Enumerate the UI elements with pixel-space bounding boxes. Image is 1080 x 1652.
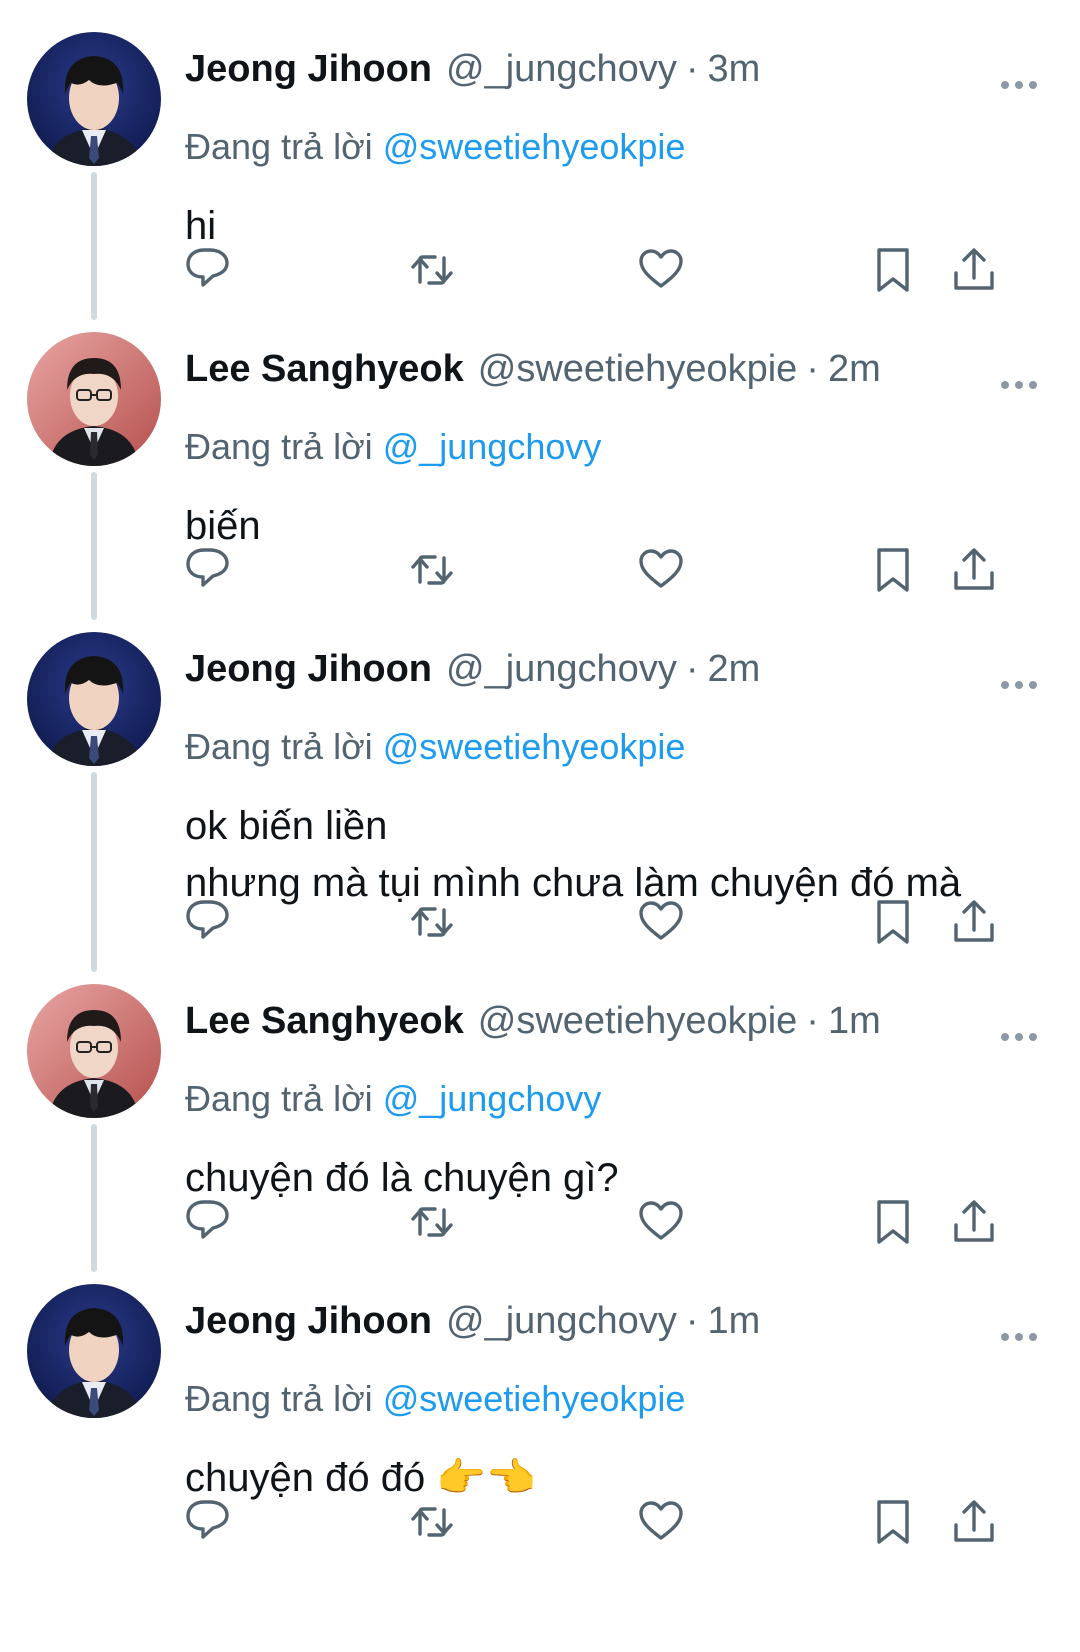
display-name[interactable]: Jeong Jihoon xyxy=(185,48,432,91)
thread-line xyxy=(91,172,97,320)
display-name[interactable]: Jeong Jihoon xyxy=(185,648,432,691)
avatar[interactable] xyxy=(27,632,161,766)
timestamp[interactable]: 1m xyxy=(828,1000,881,1043)
username[interactable]: @sweetiehyeokpie xyxy=(478,348,798,391)
heart-icon[interactable] xyxy=(633,894,689,950)
separator-dot: · xyxy=(806,1000,819,1042)
retweet-icon[interactable] xyxy=(404,894,460,950)
more-options-icon[interactable] xyxy=(1000,1029,1038,1041)
reply-bubble-icon[interactable] xyxy=(180,1194,236,1250)
avatar[interactable] xyxy=(27,332,161,466)
more-options-icon[interactable] xyxy=(1000,77,1038,89)
tweet-text-line: ok biến liền xyxy=(185,804,388,848)
replying-to-label: Đang trả lời xyxy=(185,126,373,167)
separator-dot: · xyxy=(685,1300,699,1342)
timestamp[interactable]: 3m xyxy=(707,48,760,91)
action-bar xyxy=(180,542,1060,598)
mention-link[interactable]: @_jungchovy xyxy=(383,426,602,467)
tweet-header: Jeong Jihoon @_jungchovy · 1m xyxy=(185,1300,760,1360)
username[interactable]: @_jungchovy xyxy=(446,1300,677,1343)
tweet[interactable]: Jeong Jihoon @_jungchovy · 2m Đang trả l… xyxy=(0,630,1080,982)
avatar[interactable] xyxy=(27,984,161,1118)
share-upload-icon[interactable] xyxy=(946,894,1002,950)
retweet-icon[interactable] xyxy=(404,1194,460,1250)
replying-to: Đang trả lời @_jungchovy xyxy=(185,1078,601,1120)
reply-bubble-icon[interactable] xyxy=(180,242,236,298)
display-name[interactable]: Jeong Jihoon xyxy=(185,1300,432,1343)
action-bar xyxy=(180,1494,1060,1550)
replying-to-label: Đang trả lời xyxy=(185,1078,373,1119)
separator-dot: · xyxy=(685,48,699,90)
mention-link[interactable]: @_jungchovy xyxy=(383,1078,602,1119)
username[interactable]: @_jungchovy xyxy=(446,648,677,691)
retweet-icon[interactable] xyxy=(404,1494,460,1550)
tweet[interactable]: Lee Sanghyeok @sweetiehyeokpie · 2m Đang… xyxy=(0,330,1080,630)
replying-to-label: Đang trả lời xyxy=(185,726,373,767)
action-bar xyxy=(180,1194,1060,1250)
thread-line xyxy=(91,1124,97,1272)
reply-bubble-icon[interactable] xyxy=(180,542,236,598)
action-bar xyxy=(180,242,1060,298)
replying-to: Đang trả lời @sweetiehyeokpie xyxy=(185,1378,685,1420)
tweet[interactable]: Jeong Jihoon @_jungchovy · 1m Đang trả l… xyxy=(0,1282,1080,1652)
separator-dot: · xyxy=(806,348,819,390)
tweet-header: Lee Sanghyeok @sweetiehyeokpie · 1m xyxy=(185,1000,881,1060)
heart-icon[interactable] xyxy=(633,1194,689,1250)
replying-to-label: Đang trả lời xyxy=(185,1378,373,1419)
share-upload-icon[interactable] xyxy=(946,1194,1002,1250)
username[interactable]: @sweetiehyeokpie xyxy=(478,1000,798,1043)
timestamp[interactable]: 2m xyxy=(828,348,881,391)
timestamp[interactable]: 1m xyxy=(707,1300,760,1343)
bookmark-icon[interactable] xyxy=(865,1194,921,1250)
heart-icon[interactable] xyxy=(633,1494,689,1550)
share-upload-icon[interactable] xyxy=(946,542,1002,598)
mention-link[interactable]: @sweetiehyeokpie xyxy=(383,726,686,767)
thread-line xyxy=(91,772,97,972)
username[interactable]: @_jungchovy xyxy=(446,48,677,91)
heart-icon[interactable] xyxy=(633,242,689,298)
share-upload-icon[interactable] xyxy=(946,1494,1002,1550)
action-bar xyxy=(180,894,1060,950)
thread-line xyxy=(91,472,97,620)
replying-to: Đang trả lời @_jungchovy xyxy=(185,426,601,468)
share-upload-icon[interactable] xyxy=(946,242,1002,298)
replying-to-label: Đang trả lời xyxy=(185,426,373,467)
avatar[interactable] xyxy=(27,1284,161,1418)
retweet-icon[interactable] xyxy=(404,542,460,598)
more-options-icon[interactable] xyxy=(1000,377,1038,389)
bookmark-icon[interactable] xyxy=(865,1494,921,1550)
bookmark-icon[interactable] xyxy=(865,542,921,598)
avatar[interactable] xyxy=(27,32,161,166)
bookmark-icon[interactable] xyxy=(865,242,921,298)
separator-dot: · xyxy=(685,648,699,690)
display-name[interactable]: Lee Sanghyeok xyxy=(185,1000,464,1043)
replying-to: Đang trả lời @sweetiehyeokpie xyxy=(185,726,685,768)
tweet-header: Lee Sanghyeok @sweetiehyeokpie · 2m xyxy=(185,348,881,408)
display-name[interactable]: Lee Sanghyeok xyxy=(185,348,464,391)
timestamp[interactable]: 2m xyxy=(707,648,760,691)
tweet-header: Jeong Jihoon @_jungchovy · 3m xyxy=(185,48,760,108)
tweet-header: Jeong Jihoon @_jungchovy · 2m xyxy=(185,648,760,708)
reply-bubble-icon[interactable] xyxy=(180,1494,236,1550)
mention-link[interactable]: @sweetiehyeokpie xyxy=(383,126,686,167)
retweet-icon[interactable] xyxy=(404,242,460,298)
heart-icon[interactable] xyxy=(633,542,689,598)
reply-bubble-icon[interactable] xyxy=(180,894,236,950)
tweet[interactable]: Lee Sanghyeok @sweetiehyeokpie · 1m Đang… xyxy=(0,982,1080,1282)
more-options-icon[interactable] xyxy=(1000,1329,1038,1341)
tweet[interactable]: Jeong Jihoon @_jungchovy · 3m Đang trả l… xyxy=(0,30,1080,330)
more-options-icon[interactable] xyxy=(1000,677,1038,689)
replying-to: Đang trả lời @sweetiehyeokpie xyxy=(185,126,685,168)
mention-link[interactable]: @sweetiehyeokpie xyxy=(383,1378,686,1419)
bookmark-icon[interactable] xyxy=(865,894,921,950)
